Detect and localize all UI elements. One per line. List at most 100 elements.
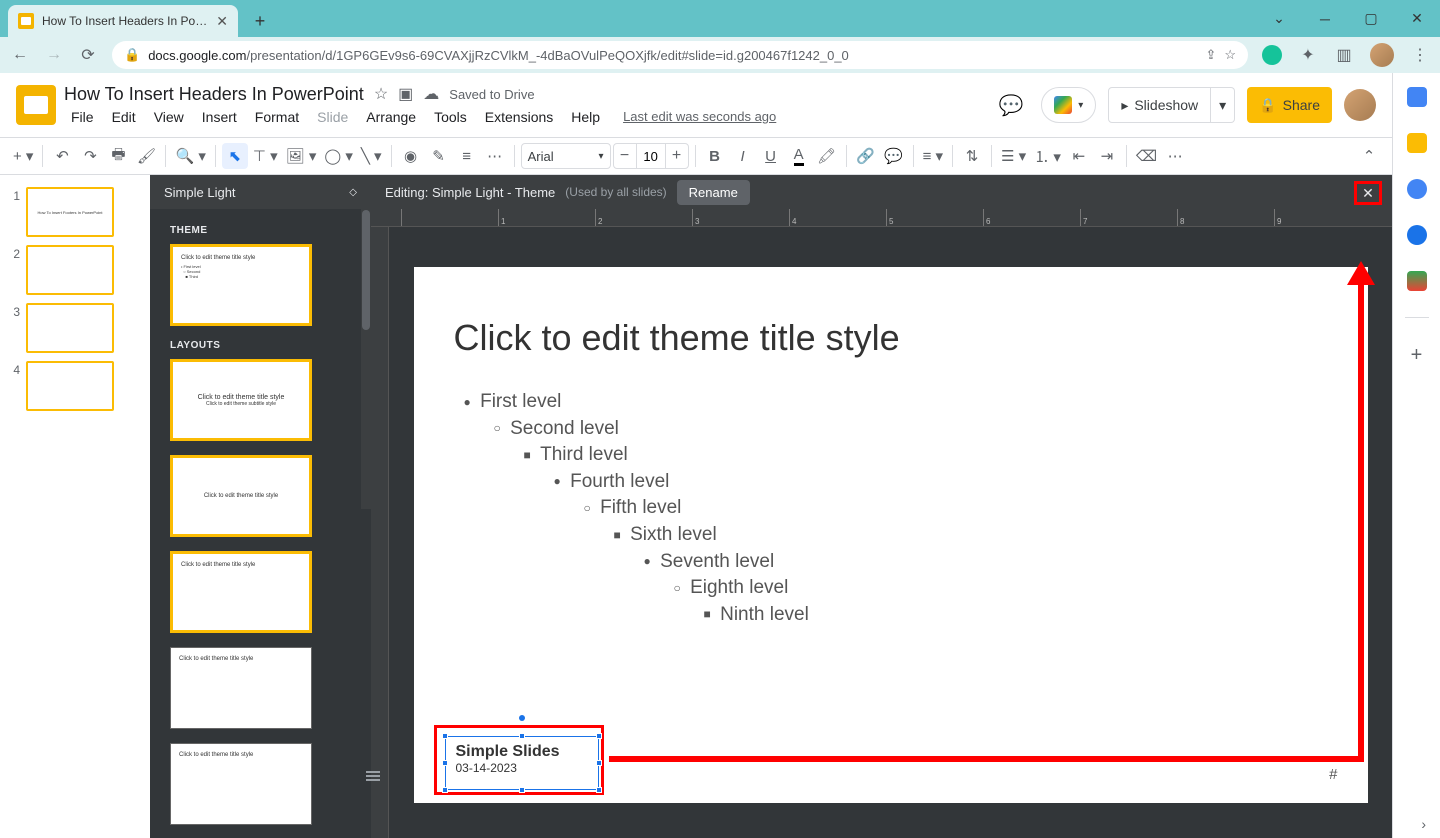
select-tool[interactable]: ⬉ xyxy=(222,143,248,169)
maps-app-icon[interactable] xyxy=(1407,271,1427,291)
profile-avatar[interactable] xyxy=(1370,43,1394,67)
font-size-decrease[interactable]: − xyxy=(614,147,636,165)
slide-thumbnail-4[interactable] xyxy=(26,361,114,411)
keep-app-icon[interactable] xyxy=(1407,133,1427,153)
new-slide-button[interactable]: + ▾ xyxy=(10,143,36,169)
resize-handle[interactable] xyxy=(442,760,448,766)
bookmark-icon[interactable]: ☆ xyxy=(1224,47,1236,63)
move-icon[interactable]: ▣ xyxy=(398,84,413,104)
maximize-button[interactable]: ▢ xyxy=(1348,0,1394,37)
slide-thumbnail-1[interactable]: How To Insert Footers In PowerPoint xyxy=(26,187,114,237)
bold-button[interactable]: B xyxy=(702,143,728,169)
clear-format-button[interactable]: ⌫ xyxy=(1133,143,1160,169)
slideshow-dropdown[interactable]: ▾ xyxy=(1211,87,1235,123)
cloud-icon[interactable]: ☁ xyxy=(423,84,439,104)
horizontal-ruler[interactable]: 1 2 3 4 5 6 7 8 9 xyxy=(371,209,1392,227)
close-window-button[interactable]: ✕ xyxy=(1394,0,1440,37)
resize-handle[interactable] xyxy=(519,733,525,739)
indent-decrease-button[interactable]: ⇤ xyxy=(1066,143,1092,169)
border-dash-button[interactable]: ⋯ xyxy=(482,143,508,169)
undo-button[interactable]: ↶ xyxy=(49,143,75,169)
speaker-notes-drag-handle[interactable] xyxy=(366,764,380,788)
border-color-button[interactable]: ✎ xyxy=(426,143,452,169)
menu-view[interactable]: View xyxy=(147,107,191,127)
menu-insert[interactable]: Insert xyxy=(195,107,244,127)
textbox-tool[interactable]: ⊤ ▾ xyxy=(250,143,281,169)
menu-help[interactable]: Help xyxy=(564,107,607,127)
zoom-button[interactable]: 🔍 ▾ xyxy=(172,143,208,169)
rotate-handle[interactable] xyxy=(519,715,525,721)
print-button[interactable]: 🖶 xyxy=(105,143,131,169)
last-edit-link[interactable]: Last edit was seconds ago xyxy=(623,109,776,124)
paint-format-button[interactable]: 🖌 xyxy=(133,143,159,169)
collapse-toolbar-button[interactable]: ⌃ xyxy=(1356,143,1382,169)
slide-thumbnail-3[interactable] xyxy=(26,303,114,353)
image-tool[interactable]: 🖼 ▾ xyxy=(283,143,320,169)
resize-handle[interactable] xyxy=(596,787,602,793)
text-color-button[interactable]: A xyxy=(786,143,812,169)
grammarly-icon[interactable] xyxy=(1262,45,1282,65)
fill-color-button[interactable]: ◉ xyxy=(398,143,424,169)
document-title[interactable]: How To Insert Headers In PowerPoint xyxy=(64,84,364,105)
layout-thumb[interactable]: Click to edit theme title style xyxy=(170,455,312,537)
number-list-button[interactable]: ⒈ ▾ xyxy=(1031,143,1064,169)
dropdown-icon[interactable]: ⌄ xyxy=(1256,0,1302,37)
tasks-app-icon[interactable] xyxy=(1407,179,1427,199)
resize-handle[interactable] xyxy=(442,733,448,739)
vertical-ruler[interactable] xyxy=(371,227,389,838)
back-button[interactable]: ← xyxy=(10,45,30,65)
redo-button[interactable]: ↷ xyxy=(77,143,103,169)
rename-button[interactable]: Rename xyxy=(677,180,750,205)
account-avatar[interactable] xyxy=(1344,89,1376,121)
theme-master-thumb[interactable]: Click to edit theme title style • First … xyxy=(170,244,312,326)
layout-thumb[interactable]: Click to edit theme title style xyxy=(170,551,312,633)
layout-thumb[interactable]: Click to edit theme title style Click to… xyxy=(170,359,312,441)
menu-file[interactable]: File xyxy=(64,107,101,127)
page-number-placeholder[interactable]: # xyxy=(1329,766,1337,783)
footer-textbox[interactable]: Simple Slides 03-14-2023 xyxy=(445,736,599,790)
link-button[interactable]: 🔗 xyxy=(853,143,879,169)
contacts-app-icon[interactable] xyxy=(1407,225,1427,245)
layout-thumb[interactable]: Click to edit theme title style xyxy=(170,647,312,729)
slide-canvas[interactable]: Click to edit theme title style First le… xyxy=(414,267,1368,803)
resize-handle[interactable] xyxy=(596,760,602,766)
shape-tool[interactable]: ◯ ▾ xyxy=(321,143,355,169)
font-size-increase[interactable]: + xyxy=(666,147,688,165)
highlight-button[interactable]: 🖍 xyxy=(814,143,840,169)
theme-title-placeholder[interactable]: Click to edit theme title style xyxy=(454,317,1328,359)
url-bar[interactable]: 🔒 docs.google.com/presentation/d/1GP6GEv… xyxy=(112,41,1248,69)
sidepanel-icon[interactable]: ▥ xyxy=(1334,45,1354,65)
forward-button[interactable]: → xyxy=(44,45,64,65)
menu-arrange[interactable]: Arrange xyxy=(359,107,423,127)
calendar-app-icon[interactable] xyxy=(1407,87,1427,107)
panel-scrollbar[interactable] xyxy=(361,209,371,509)
theme-body-placeholder[interactable]: First level Second level Third level Fou… xyxy=(454,389,1328,628)
share-button[interactable]: 🔒 Share xyxy=(1247,87,1332,123)
browser-tab[interactable]: How To Insert Headers In PowerP ✕ xyxy=(8,5,238,37)
menu-extensions[interactable]: Extensions xyxy=(478,107,560,127)
dropdown-icon[interactable]: ◇ xyxy=(349,187,357,198)
resize-handle[interactable] xyxy=(596,733,602,739)
theme-panel-header[interactable]: Simple Light ◇ xyxy=(150,175,371,209)
comment-button[interactable]: 💬 xyxy=(881,143,907,169)
font-family-select[interactable]: Arial▾ xyxy=(521,143,611,169)
meet-button[interactable]: ▾ xyxy=(1041,87,1096,123)
minimize-button[interactable]: ─ xyxy=(1302,0,1348,37)
indent-increase-button[interactable]: ⇥ xyxy=(1094,143,1120,169)
line-spacing-button[interactable]: ⇅ xyxy=(959,143,985,169)
star-icon[interactable]: ☆ xyxy=(374,84,388,104)
slideshow-button[interactable]: ▸ Slideshow xyxy=(1108,87,1211,123)
extensions-icon[interactable]: ✦ xyxy=(1298,45,1318,65)
slides-logo[interactable] xyxy=(16,85,56,125)
new-tab-button[interactable]: + xyxy=(246,7,274,35)
tab-close-icon[interactable]: ✕ xyxy=(216,13,228,30)
add-app-button[interactable]: + xyxy=(1411,344,1423,367)
footer-date[interactable]: 03-14-2023 xyxy=(456,761,588,775)
comments-button[interactable]: 💬 xyxy=(993,87,1029,123)
align-button[interactable]: ≡ ▾ xyxy=(920,143,946,169)
close-theme-editor-button[interactable]: ✕ xyxy=(1354,181,1382,205)
browser-menu-icon[interactable]: ⋮ xyxy=(1410,45,1430,65)
layout-thumb[interactable]: Click to edit theme title style xyxy=(170,743,312,825)
hide-sidepanel-button[interactable]: › xyxy=(1421,816,1426,832)
menu-format[interactable]: Format xyxy=(248,107,306,127)
